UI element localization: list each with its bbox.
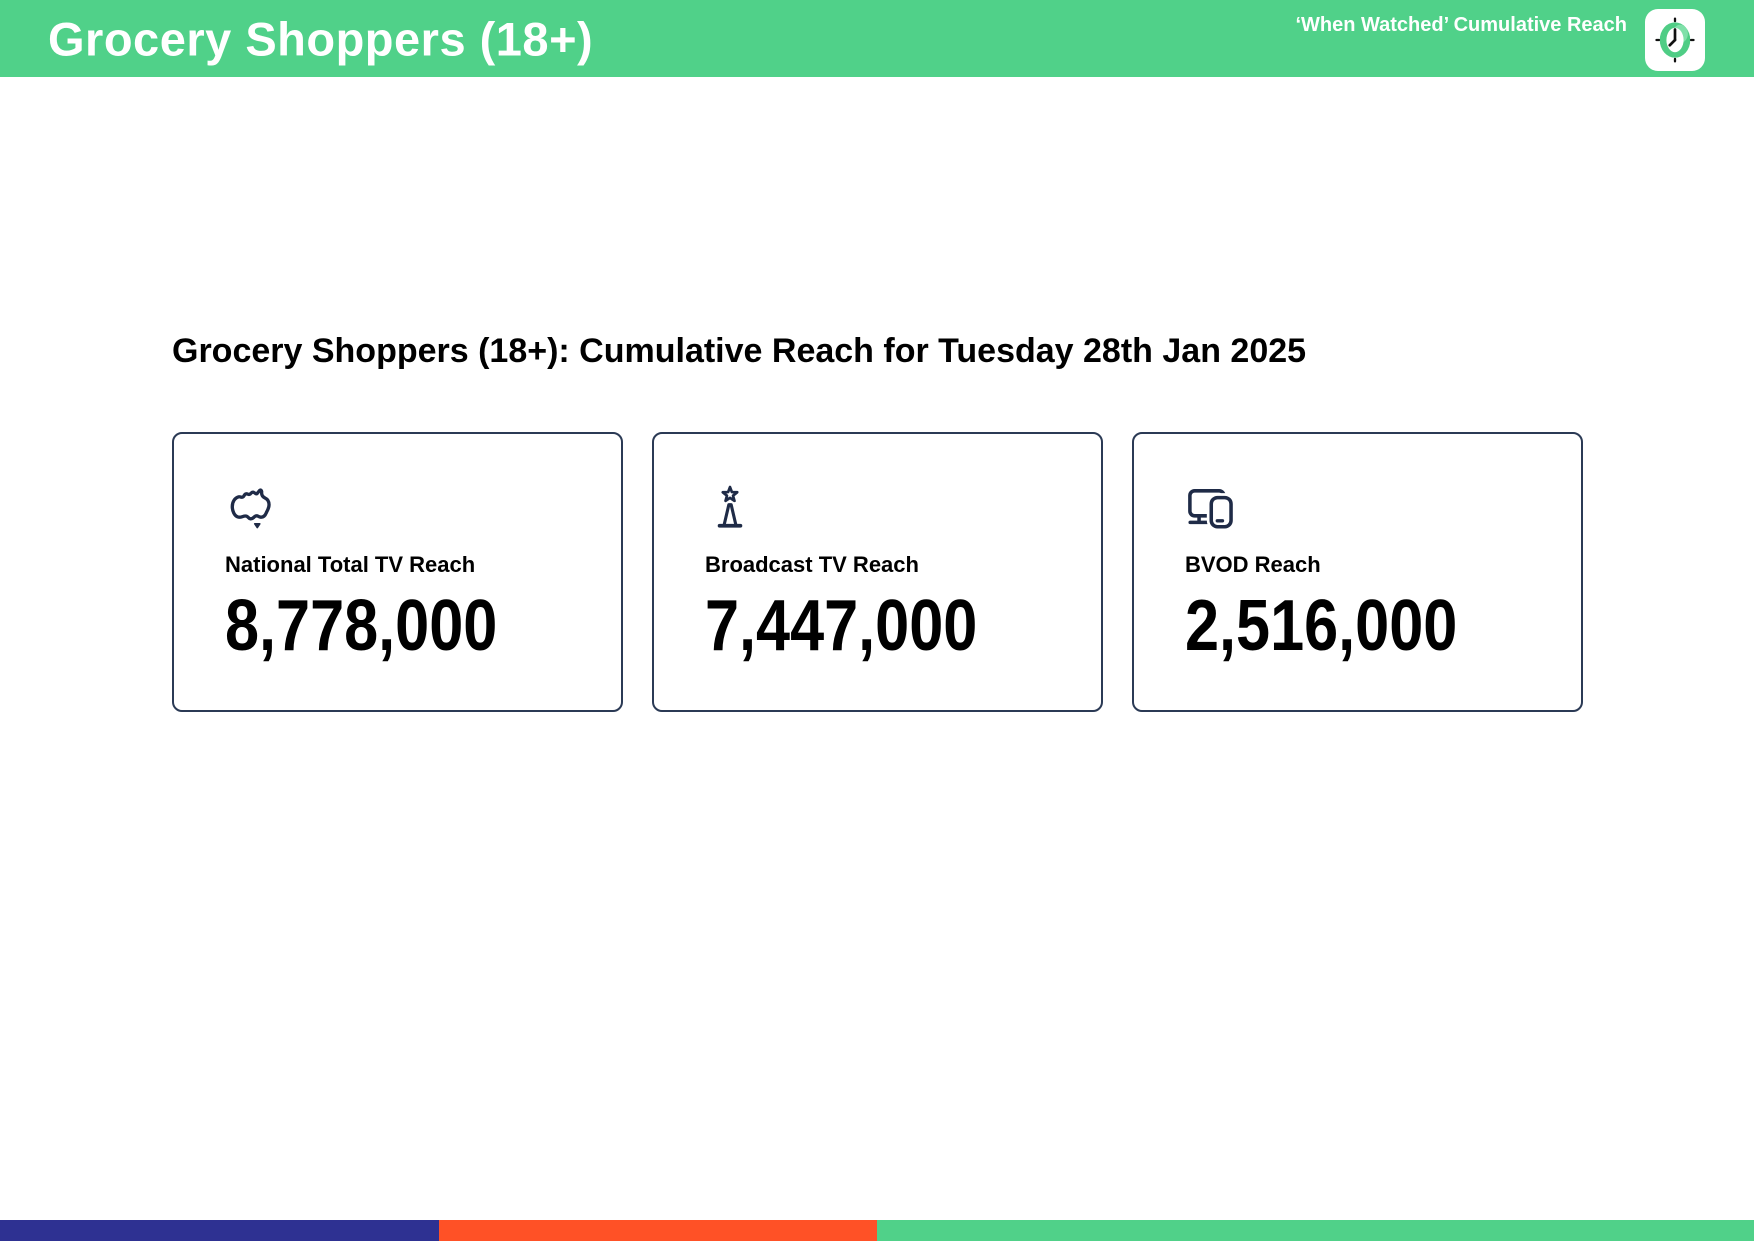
kpi-card-broadcast-tv-reach: Broadcast TV Reach 7,447,000 xyxy=(652,432,1103,712)
australia-map-icon xyxy=(230,488,271,529)
page-title: Grocery Shoppers (18+) xyxy=(48,12,594,65)
kpi-card-row: National Total TV Reach 8,778,000 Broadc… xyxy=(172,432,1583,712)
report-heading: Grocery Shoppers (18+): Cumulative Reach… xyxy=(172,332,1307,370)
kpi-label: Broadcast TV Reach xyxy=(705,552,919,577)
app-header: Grocery Shoppers (18+) ‘When Watched’ Cu… xyxy=(0,0,1754,77)
footer-segment-orange xyxy=(438,1220,877,1241)
kpi-label: National Total TV Reach xyxy=(225,552,476,577)
report-page: Grocery Shoppers (18+) ‘When Watched’ Cu… xyxy=(0,0,1754,1241)
footer-segment-blue xyxy=(0,1220,439,1241)
footer-segment-green xyxy=(877,1220,1754,1241)
broadcast-tower-icon xyxy=(717,485,743,528)
app-logo xyxy=(1645,9,1705,71)
footer-bar xyxy=(0,1220,1754,1241)
kpi-value: 8,778,000 xyxy=(225,586,498,666)
kpi-value: 7,447,000 xyxy=(705,586,978,666)
header-tagline: ‘When Watched’ Cumulative Reach xyxy=(1295,14,1627,36)
kpi-card-national-total-tv-reach: National Total TV Reach 8,778,000 xyxy=(172,432,623,712)
kpi-value: 2,516,000 xyxy=(1185,586,1458,666)
clock-icon xyxy=(1655,17,1695,63)
kpi-card-bvod-reach: BVOD Reach 2,516,000 xyxy=(1132,432,1583,712)
tv-and-phone-devices-icon xyxy=(1188,489,1235,532)
kpi-label: BVOD Reach xyxy=(1185,552,1321,577)
